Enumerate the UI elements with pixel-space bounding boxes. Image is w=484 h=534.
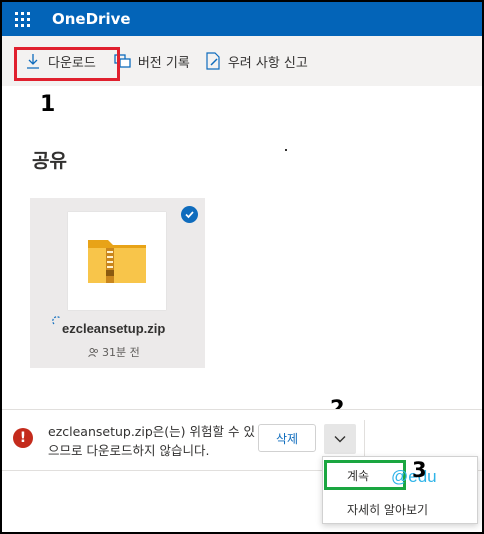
sync-spinner-icon [52,316,61,325]
report-label: 우려 사항 신고 [227,55,308,71]
report-icon [204,52,222,70]
step-3-label: 3 [412,458,427,482]
version-history-label: 버전 기록 [137,55,190,71]
warning-message: ezcleansetup.zip은(는) 위험할 수 있으므로 다운로드하지 않… [48,424,255,458]
selected-check-icon[interactable] [181,206,198,223]
app-title[interactable]: OneDrive [52,10,131,28]
shared-people-icon [88,347,98,357]
zip-folder-icon [88,240,146,283]
report-concern-button[interactable]: 우려 사항 신고 [204,45,308,77]
learn-more-menu-item[interactable]: 자세히 알아보기 [323,493,479,525]
file-meta: 31분 전 [88,344,140,360]
app-header: OneDrive [2,2,482,36]
section-title: 공유 [32,150,67,172]
step-1-label: 1 [40,92,56,117]
waffle-grid-icon[interactable] [2,2,42,36]
file-modified: 31분 전 [102,346,140,359]
chevron-down-icon [334,436,346,443]
more-options-button[interactable] [324,424,356,454]
stray-dot [285,149,287,151]
divider [364,420,365,460]
delete-button[interactable]: 삭제 [258,424,316,452]
error-icon: ! [13,428,33,448]
file-tile[interactable]: ezcleansetup.zip 31분 전 [30,198,205,368]
file-thumbnail [68,212,166,310]
download-highlight-box [14,47,120,81]
version-history-button[interactable]: 버전 기록 [114,45,190,77]
file-name[interactable]: ezcleansetup.zip [62,321,165,336]
